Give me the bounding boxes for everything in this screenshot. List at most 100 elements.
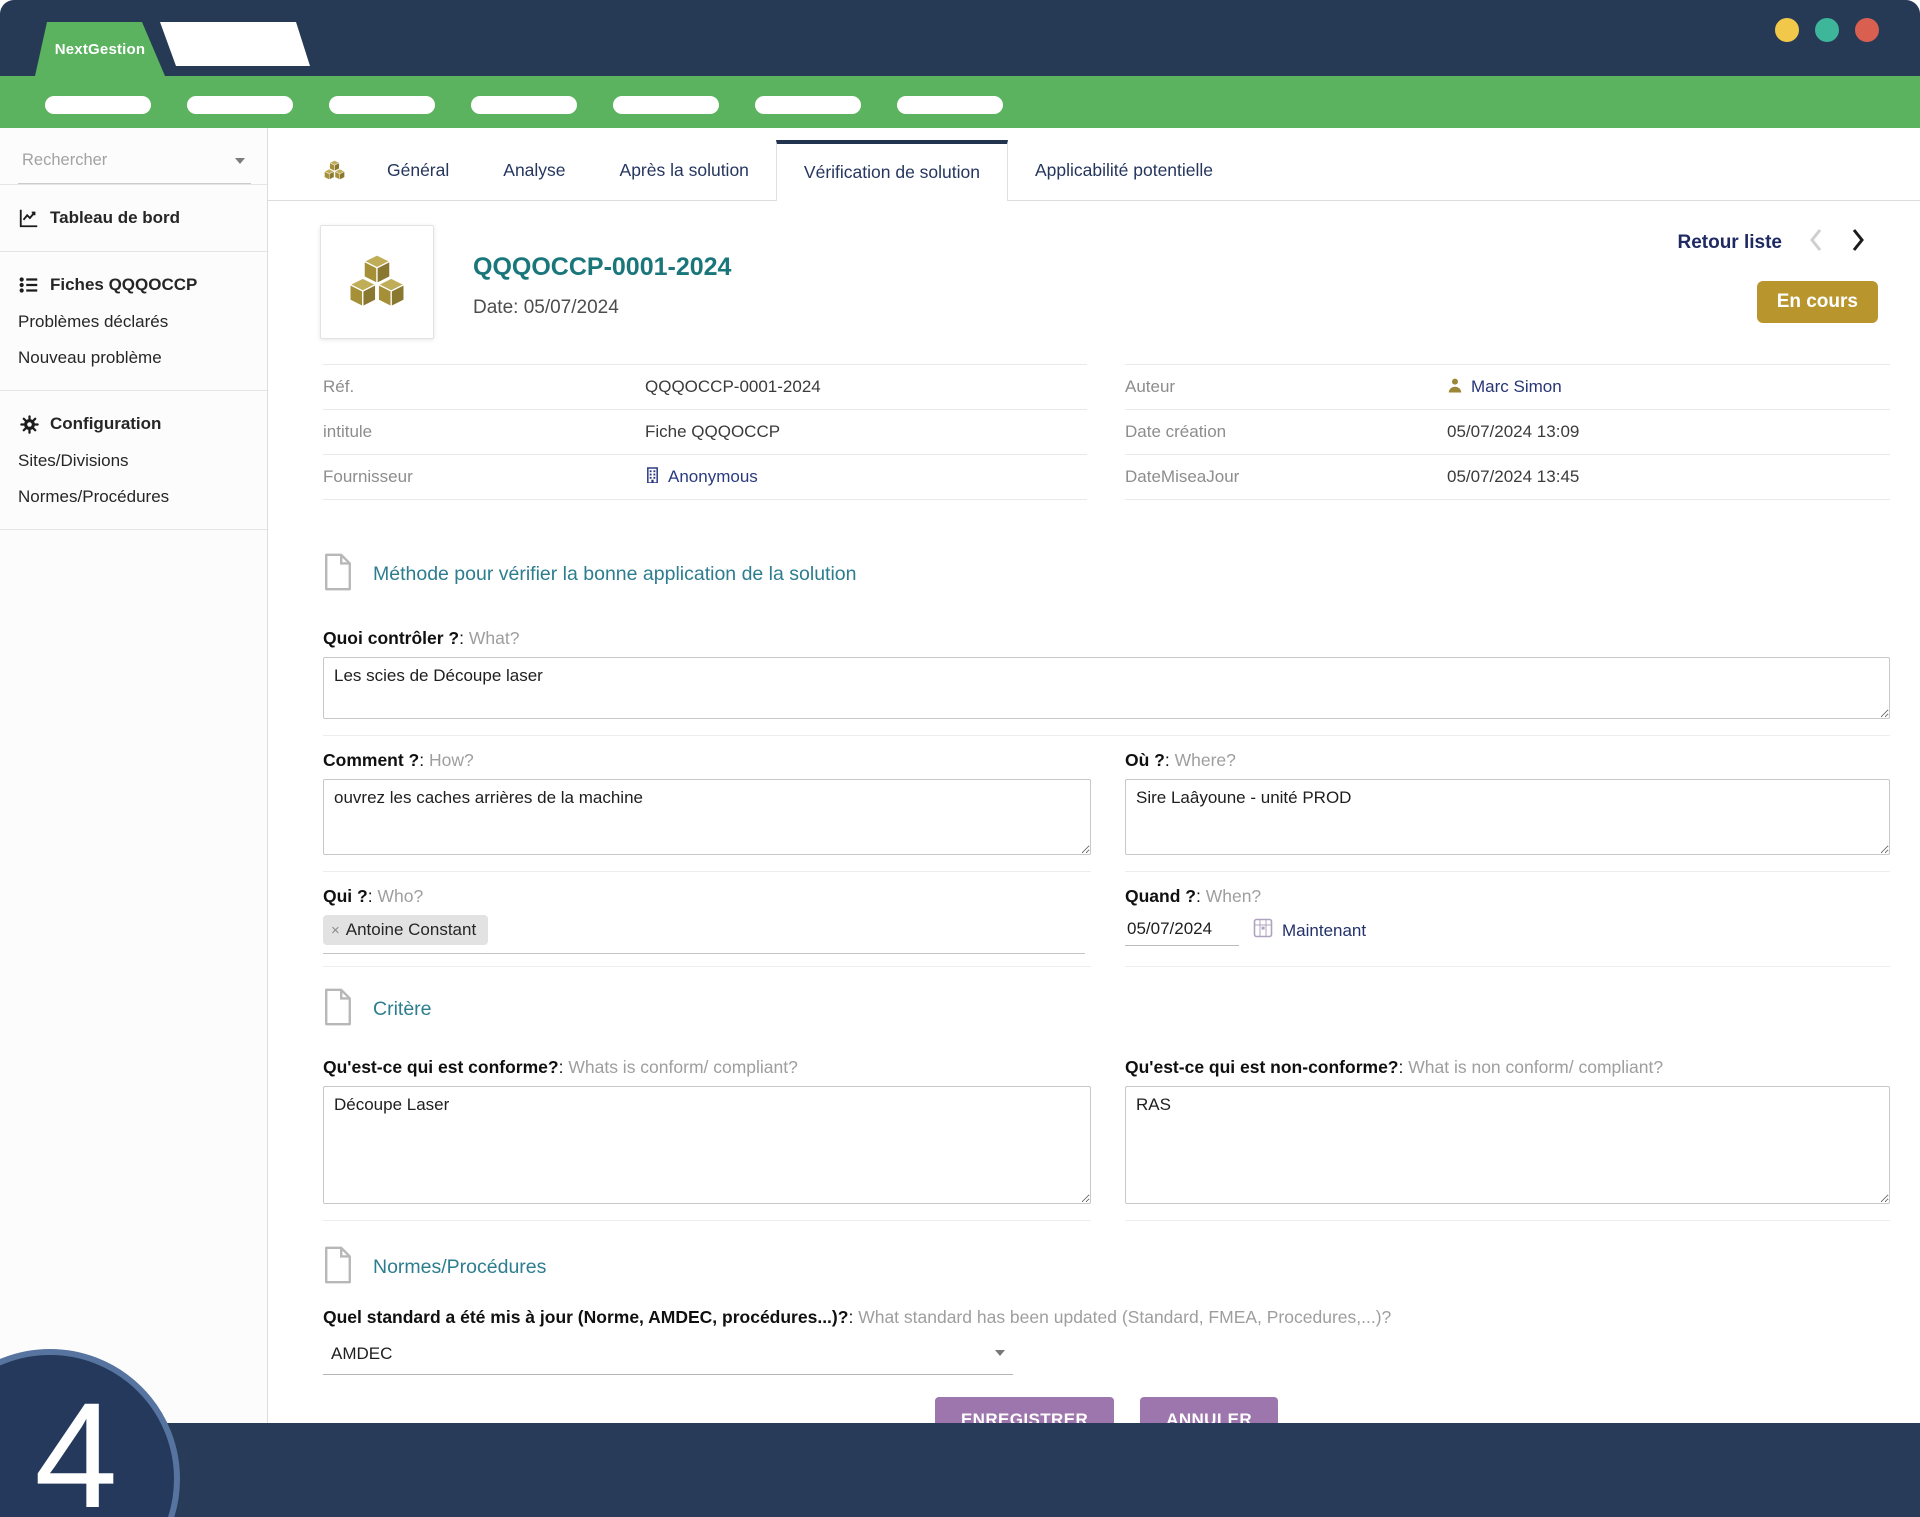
supplier-link[interactable]: Anonymous (645, 466, 758, 488)
section-method: Méthode pour vérifier la bonne applicati… (323, 552, 1890, 596)
nav-pill[interactable] (329, 96, 435, 114)
what-textarea[interactable]: Les scies de Découpe laser (323, 657, 1890, 719)
inactive-window-tab[interactable] (160, 22, 310, 66)
when-date-input[interactable] (1125, 915, 1239, 946)
sidebar-item-normes-procedures[interactable]: Normes/Procédures (18, 479, 251, 515)
sidebar-item-problemes-declares[interactable]: Problèmes déclarés (18, 304, 251, 340)
nav-pill[interactable] (755, 96, 861, 114)
tab-general[interactable]: Général (360, 140, 476, 200)
sidebar: Tableau de bord Fiches QQQOCCP Problèmes… (0, 128, 268, 1423)
field-label: Quoi contrôler ?: What? (323, 628, 520, 648)
row-how-where: Comment ?: How? ouvrez les caches arrièr… (323, 750, 1890, 872)
chevron-left-icon[interactable] (1808, 227, 1824, 258)
field-nonconform: Qu'est-ce qui est non-conforme?: What is… (1125, 1057, 1890, 1221)
chevron-right-icon[interactable] (1850, 227, 1866, 258)
sidebar-item-fiches-qqqoccp[interactable]: Fiches QQQOCCP (18, 266, 251, 304)
detail-row-intitule: intitule Fiche QQQOCCP (323, 410, 1087, 455)
nav-pill[interactable] (471, 96, 577, 114)
section-standards: Normes/Procédures (323, 1245, 1890, 1289)
tab-verification-de-solution[interactable]: Vérification de solution (775, 140, 1008, 201)
minimize-icon[interactable] (1775, 18, 1799, 42)
field-when: Quand ?: When? Maintenant (1125, 886, 1890, 967)
record-date: Date: 05/07/2024 (473, 297, 619, 318)
nav-pill[interactable] (613, 96, 719, 114)
brand-logo: NextGestion (54, 40, 146, 58)
tab-apres-la-solution[interactable]: Après la solution (593, 140, 776, 200)
main-content: Général Analyse Après la solution Vérifi… (268, 128, 1920, 1423)
sidebar-item-label: Sites/Divisions (18, 451, 129, 470)
chart-line-icon (18, 207, 40, 229)
search-input[interactable] (20, 150, 224, 171)
sidebar-item-label: Nouveau problème (18, 348, 162, 367)
form-actions: ENREGISTRER ANNULER (323, 1397, 1890, 1423)
sidebar-item-sites-divisions[interactable]: Sites/Divisions (18, 443, 251, 479)
who-chip[interactable]: × Antoine Constant (323, 915, 489, 945)
building-icon (645, 466, 660, 488)
nav-pill[interactable] (897, 96, 1003, 114)
sidebar-item-configuration[interactable]: Configuration (18, 405, 251, 443)
app-window: NextGestion Tableau de bord (0, 0, 1920, 1517)
back-to-list-link[interactable]: Retour liste (1677, 232, 1782, 254)
field-what: Quoi contrôler ?: What? Les scies de Déc… (323, 628, 1890, 736)
section-title: Normes/Procédures (373, 1255, 547, 1278)
record-header: QQQOCCP-0001-2024 Date: 05/07/2024 Retou… (320, 225, 1890, 364)
sidebar-item-label: Problèmes déclarés (18, 312, 169, 331)
section-title: Méthode pour vérifier la bonne applicati… (373, 562, 857, 585)
detail-row-date-creation: Date création 05/07/2024 13:09 (1125, 410, 1890, 455)
tab-analyse[interactable]: Analyse (476, 140, 592, 200)
who-multiselect[interactable]: × Antoine Constant (323, 915, 1085, 954)
sidebar-item-label: Fiches QQQOCCP (50, 275, 198, 294)
field-conform: Qu'est-ce qui est conforme?: Whats is co… (323, 1057, 1091, 1221)
nav-pill[interactable] (187, 96, 293, 114)
title-bar: NextGestion (0, 0, 1920, 76)
chevron-down-icon[interactable] (235, 158, 245, 164)
detail-row-auteur: Auteur Marc Simon (1125, 364, 1890, 410)
details-grid: Réf. QQQOCCP-0001-2024 intitule Fiche QQ… (323, 364, 1890, 500)
detail-row-ref: Réf. QQQOCCP-0001-2024 (323, 364, 1087, 410)
gear-icon (18, 413, 40, 435)
field-who: Qui ?: Who? × Antoine Constant (323, 886, 1091, 967)
cubes-icon (323, 140, 346, 200)
window-controls (1775, 18, 1879, 42)
divider (0, 184, 267, 185)
row-conform: Qu'est-ce qui est conforme?: Whats is co… (323, 1057, 1890, 1221)
field-how: Comment ?: How? ouvrez les caches arrièr… (323, 750, 1091, 872)
record-thumbnail (320, 225, 434, 339)
author-link[interactable]: Marc Simon (1447, 377, 1562, 398)
step-number: 4 (34, 1371, 118, 1517)
section-title: Critère (373, 997, 432, 1020)
divider (0, 251, 267, 252)
maximize-icon[interactable] (1815, 18, 1839, 42)
section-criteria: Critère (323, 987, 1890, 1031)
page-icon (323, 1245, 353, 1290)
sidebar-item-label: Tableau de bord (50, 208, 181, 227)
brand-tab[interactable]: NextGestion (35, 22, 165, 76)
remove-icon[interactable]: × (331, 922, 340, 939)
chevron-down-icon (995, 1350, 1005, 1356)
person-icon (1447, 377, 1463, 398)
sidebar-item-label: Normes/Procédures (18, 487, 170, 506)
how-textarea[interactable]: ouvrez les caches arrières de la machine (323, 779, 1091, 855)
set-now-button[interactable]: Maintenant (1253, 918, 1366, 943)
page-icon (323, 552, 353, 597)
list-icon (18, 274, 40, 296)
tab-applicabilite-potentielle[interactable]: Applicabilité potentielle (1008, 140, 1240, 200)
close-icon[interactable] (1855, 18, 1879, 42)
save-button[interactable]: ENREGISTRER (934, 1397, 1115, 1423)
standard-select[interactable]: AMDEC (323, 1338, 1013, 1375)
row-who-when: Qui ?: Who? × Antoine Constant Quand ?: … (323, 886, 1890, 967)
page-title: QQQOCCP-0001-2024 (473, 253, 732, 281)
tab-bar: Général Analyse Après la solution Vérifi… (268, 140, 1920, 201)
divider (0, 529, 267, 530)
nonconform-textarea[interactable]: RAS (1125, 1086, 1890, 1204)
nav-pill[interactable] (45, 96, 151, 114)
divider (0, 390, 267, 391)
page-icon (323, 987, 353, 1032)
sidebar-search (18, 144, 251, 184)
conform-textarea[interactable]: Découpe Laser (323, 1086, 1091, 1204)
where-textarea[interactable]: Sire Laâyoune - unité PROD (1125, 779, 1890, 855)
cancel-button[interactable]: ANNULER (1140, 1397, 1279, 1423)
calendar-icon (1253, 918, 1273, 943)
sidebar-item-nouveau-probleme[interactable]: Nouveau problème (18, 340, 251, 376)
sidebar-item-dashboard[interactable]: Tableau de bord (18, 199, 251, 237)
